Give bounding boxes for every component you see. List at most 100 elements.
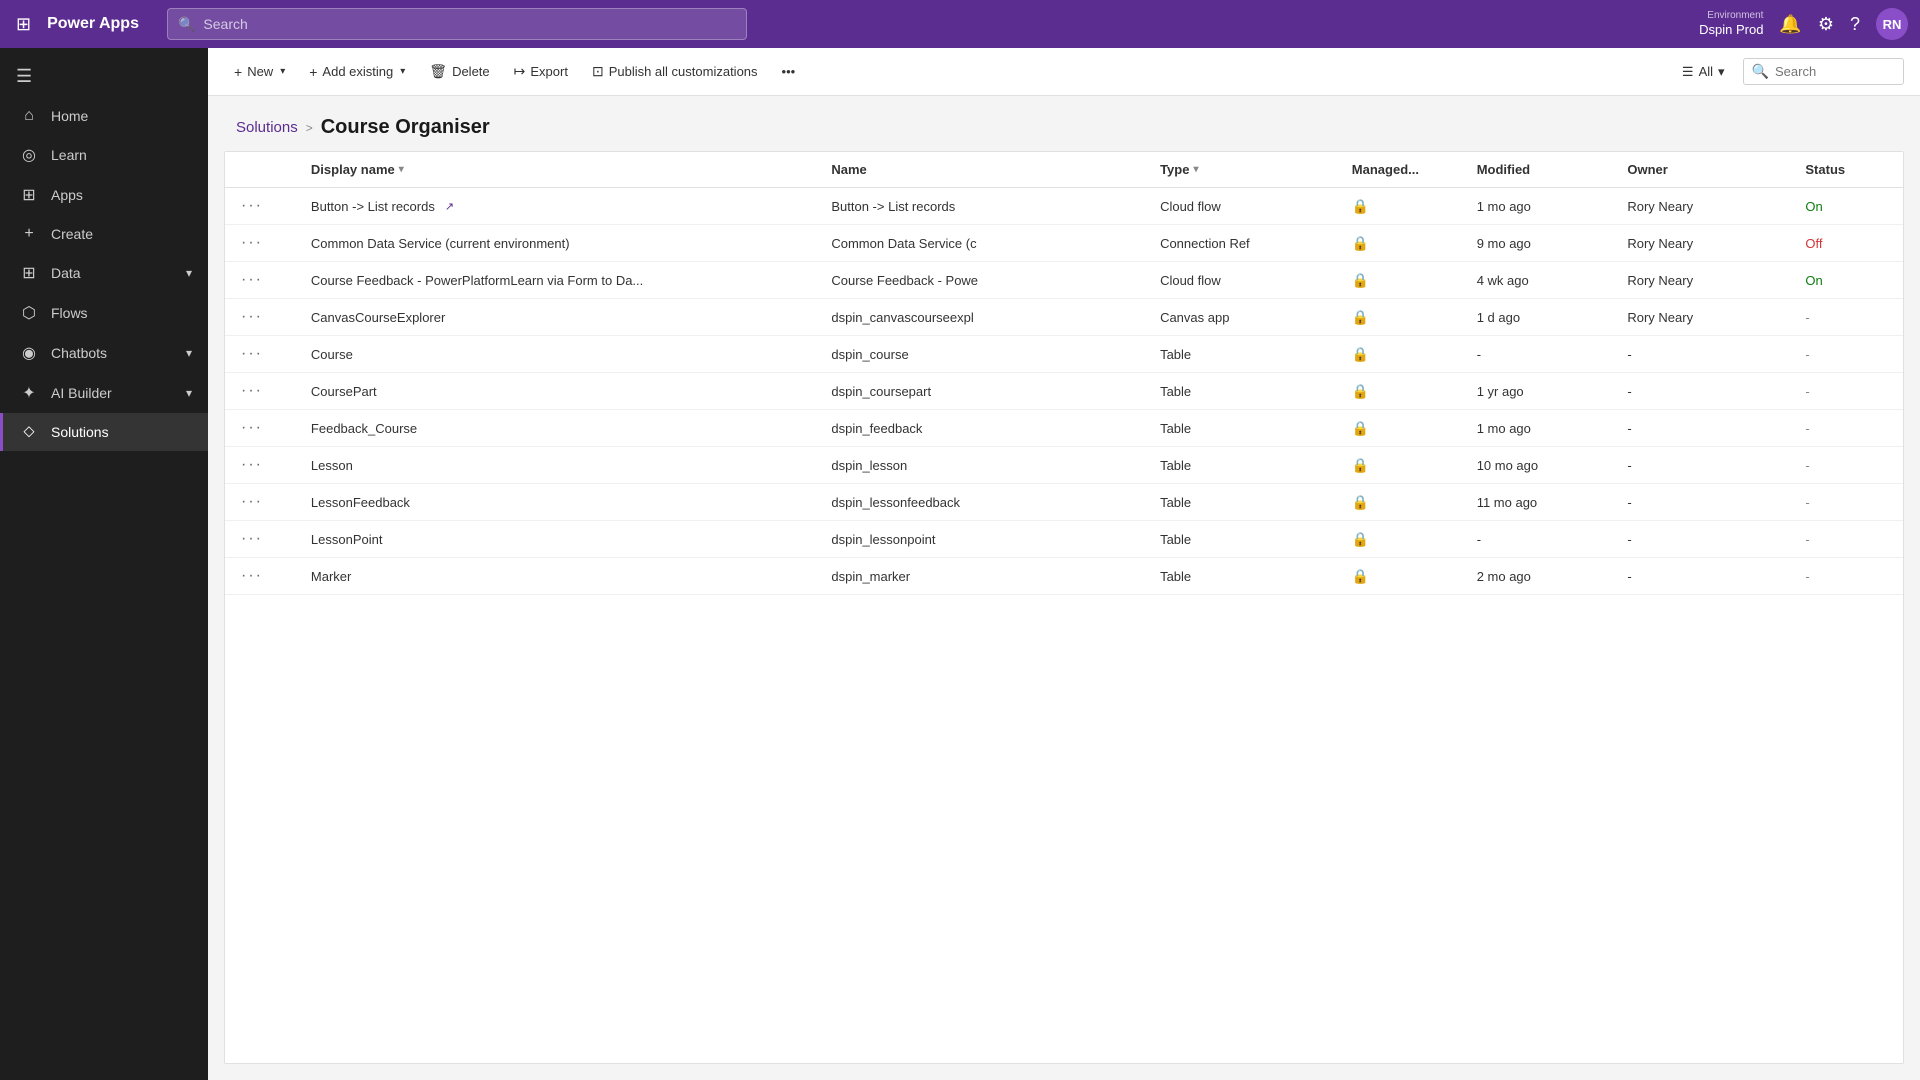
env-label: Environment [1707,10,1763,22]
add-existing-label: Add existing [322,64,393,79]
row-more-button[interactable]: ··· [237,567,267,584]
status-value: - [1793,484,1903,521]
create-icon: + [19,225,39,243]
filter-label: All [1699,64,1713,79]
lock-icon: 🔒 [1352,420,1369,436]
table-row[interactable]: ···Lessondspin_lessonTable🔒10 mo ago-- [225,447,1903,484]
sidebar-item-apps[interactable]: ⊞ Apps [0,175,208,215]
toolbar-search-input[interactable] [1775,64,1895,79]
col-modified-header[interactable]: Modified [1465,152,1616,188]
row-more-button[interactable]: ··· [237,382,267,399]
sidebar-item-ai-builder[interactable]: ✦ AI Builder ▾ [0,373,208,413]
table-row[interactable]: ···LessonPointdspin_lessonpointTable🔒--- [225,521,1903,558]
type-value: Cloud flow [1148,262,1340,299]
sidebar-item-flows[interactable]: ⬡ Flows [0,293,208,333]
table-row[interactable]: ···Coursedspin_courseTable🔒--- [225,336,1903,373]
table-row[interactable]: ···Course Feedback - PowerPlatformLearn … [225,262,1903,299]
name-value: dspin_lesson [819,447,1148,484]
delete-label: Delete [452,64,490,79]
display-name-value: Lesson [311,458,353,473]
row-more-button[interactable]: ··· [237,197,267,214]
avatar[interactable]: RN [1876,8,1908,40]
sidebar-item-solutions[interactable]: ⬦ Solutions [0,413,208,451]
col-managed-header[interactable]: Managed... [1340,152,1465,188]
sidebar-item-label: Home [51,108,88,124]
status-value: On [1793,262,1903,299]
owner-value: - [1615,558,1793,595]
display-name-value: LessonFeedback [311,495,410,510]
type-value: Table [1148,558,1340,595]
type-value: Table [1148,521,1340,558]
sidebar-item-create[interactable]: + Create [0,215,208,253]
sidebar-item-label: AI Builder [51,385,112,401]
lock-icon: 🔒 [1352,272,1369,288]
status-value: - [1793,410,1903,447]
more-button[interactable]: ••• [772,58,806,85]
name-value: dspin_feedback [819,410,1148,447]
modified-value: 1 mo ago [1465,410,1616,447]
add-existing-button[interactable]: + Add existing ▾ [299,58,415,86]
modified-value: 4 wk ago [1465,262,1616,299]
sidebar-item-learn[interactable]: ◎ Learn [0,135,208,175]
owner-value: Rory Neary [1615,225,1793,262]
filter-button[interactable]: ☰ All ▾ [1672,59,1735,85]
help-icon[interactable]: ? [1850,14,1860,35]
row-more-button[interactable]: ··· [237,308,267,325]
export-label: Export [530,64,568,79]
row-more-button[interactable]: ··· [237,456,267,473]
row-more-button[interactable]: ··· [237,419,267,436]
new-button[interactable]: + New ▾ [224,58,295,86]
sidebar-item-label: Learn [51,147,87,163]
col-name-header[interactable]: Name [819,152,1148,188]
table-area: Display name ▾ Name Type [224,151,1904,1064]
modified-value: - [1465,336,1616,373]
global-search-box[interactable]: 🔍 [167,8,747,40]
table-row[interactable]: ···Feedback_Coursedspin_feedbackTable🔒1 … [225,410,1903,447]
sidebar-item-label: Flows [51,305,88,321]
export-icon: ↦ [514,63,526,80]
type-value: Canvas app [1148,299,1340,336]
row-more-button[interactable]: ··· [237,234,267,251]
sidebar-item-home[interactable]: ⌂ Home [0,97,208,135]
status-value: On [1793,188,1903,225]
breadcrumb-parent-link[interactable]: Solutions [236,119,298,136]
table-row[interactable]: ···LessonFeedbackdspin_lessonfeedbackTab… [225,484,1903,521]
breadcrumb-current: Course Organiser [321,116,490,139]
display-name-value: Course [311,347,353,362]
row-more-button[interactable]: ··· [237,530,267,547]
waffle-icon[interactable]: ⊞ [12,10,35,39]
col-display-name-header[interactable]: Display name ▾ [299,152,819,188]
sidebar-item-chatbots[interactable]: ◉ Chatbots ▾ [0,333,208,373]
global-search-input[interactable] [203,16,736,32]
status-value: - [1793,447,1903,484]
toolbar-search-box[interactable]: 🔍 [1743,58,1904,85]
col-owner-header[interactable]: Owner [1615,152,1793,188]
table-row[interactable]: ···CoursePartdspin_coursepartTable🔒1 yr … [225,373,1903,410]
col-status-header[interactable]: Status [1793,152,1903,188]
sidebar-item-data[interactable]: ⊞ Data ▾ [0,253,208,293]
row-more-button[interactable]: ··· [237,271,267,288]
owner-value: - [1615,484,1793,521]
col-type-header[interactable]: Type ▾ [1148,152,1340,188]
export-button[interactable]: ↦ Export [504,57,578,86]
type-value: Table [1148,447,1340,484]
table-row[interactable]: ···Button -> List records↗Button -> List… [225,188,1903,225]
name-value: dspin_lessonfeedback [819,484,1148,521]
lock-icon: 🔒 [1352,383,1369,399]
sidebar: ☰ ⌂ Home ◎ Learn ⊞ Apps + Create ⊞ Data … [0,48,208,1080]
modified-value: 10 mo ago [1465,447,1616,484]
row-more-button[interactable]: ··· [237,493,267,510]
lock-icon: 🔒 [1352,309,1369,325]
display-name-value: Common Data Service (current environment… [311,236,570,251]
settings-icon[interactable]: ⚙ [1818,14,1834,35]
table-row[interactable]: ···CanvasCourseExplorerdspin_canvascours… [225,299,1903,336]
delete-button[interactable]: 🗑 Delete [419,57,499,86]
type-value: Connection Ref [1148,225,1340,262]
type-sort-icon: ▾ [1193,164,1198,175]
table-row[interactable]: ··· Common Data Service (current environm… [225,225,1903,262]
bell-icon[interactable]: 🔔 [1779,14,1801,35]
publish-button[interactable]: ⊡ Publish all customizations [582,57,768,86]
table-row[interactable]: ···Markerdspin_markerTable🔒2 mo ago-- [225,558,1903,595]
sidebar-toggle[interactable]: ☰ [0,56,208,97]
row-more-button[interactable]: ··· [237,345,267,362]
